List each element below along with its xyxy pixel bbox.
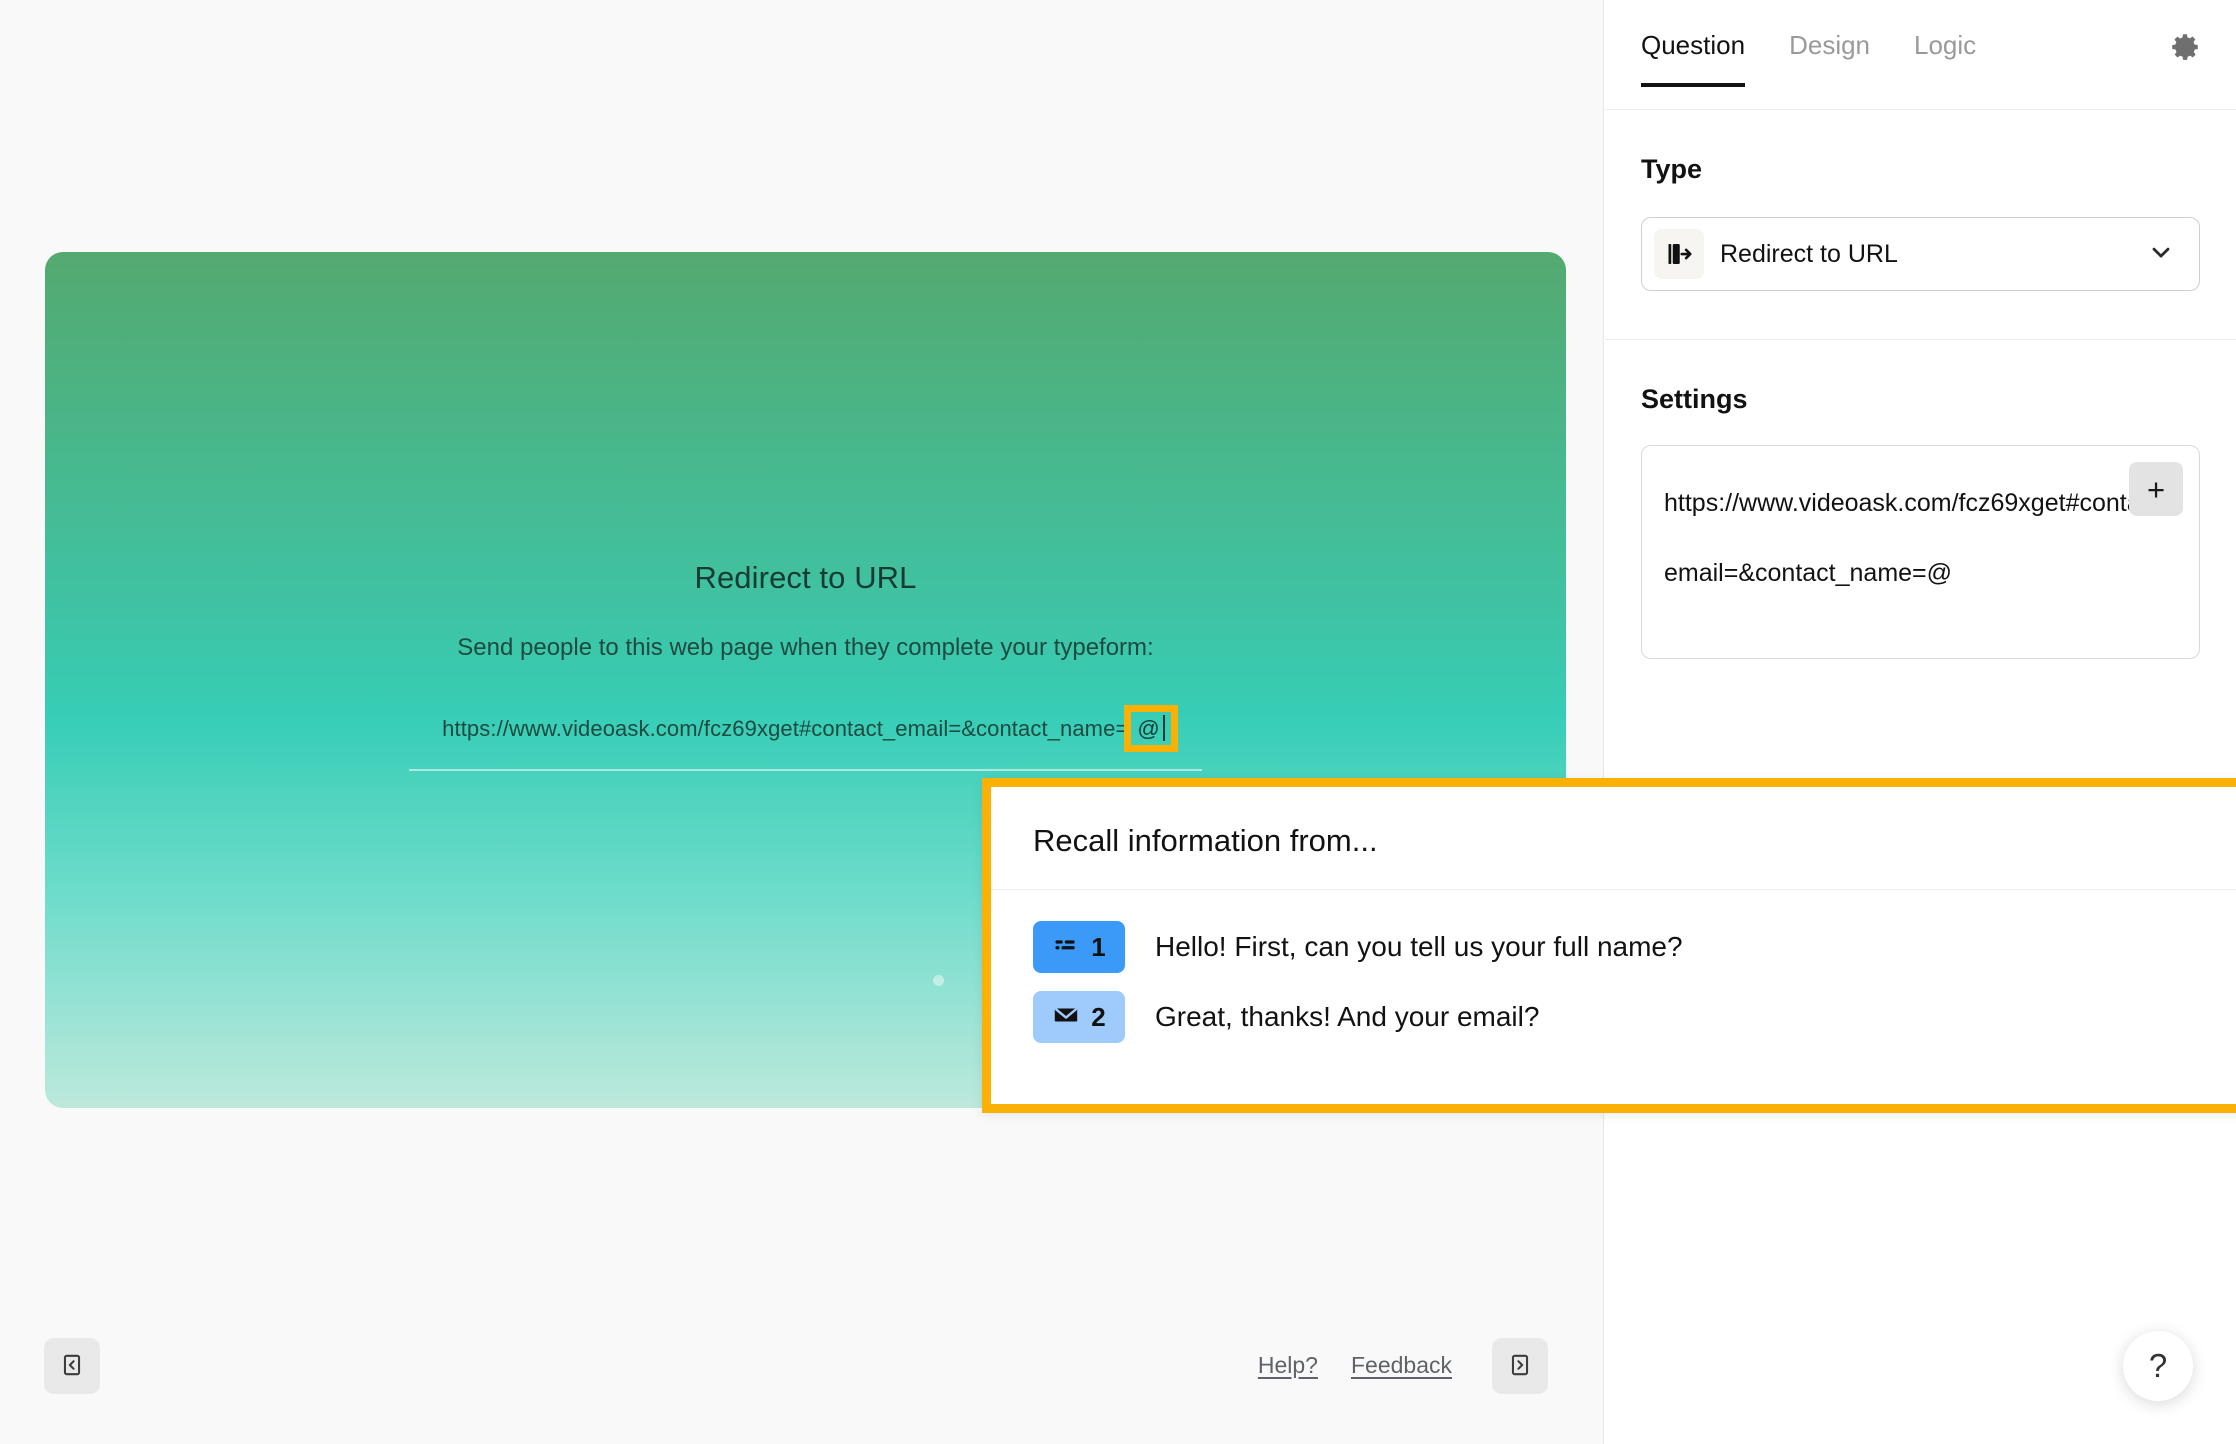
tab-design-label: Design: [1789, 30, 1871, 60]
type-heading: Type: [1641, 154, 1703, 184]
tab-design[interactable]: Design: [1789, 30, 1870, 87]
preview-subtitle: Send people to this web page when they c…: [457, 634, 1154, 661]
right-settings-panel: Question Design Logic Type Redirect to U…: [1605, 0, 2236, 1444]
preview-url-underline: [409, 769, 1202, 771]
at-symbol: @: [1137, 716, 1160, 741]
panel-collapse-right-icon: [1507, 1352, 1533, 1381]
email-envelope-icon: [1052, 1001, 1080, 1034]
short-text-icon: [1052, 931, 1080, 964]
recall-popup-title: Recall information from...: [991, 787, 2236, 890]
preview-url-text: https://www.videoask.com/fcz69xget#conta…: [442, 705, 1178, 752]
recall-at-token[interactable]: @: [1124, 705, 1178, 752]
recall-badge-1: 1: [1033, 921, 1125, 973]
tab-logic[interactable]: Logic: [1914, 30, 1976, 87]
recall-option-label-1: Hello! First, can you tell us your full …: [1155, 931, 1683, 962]
recall-option-2[interactable]: 2 Great, thanks! And your email?: [991, 982, 2236, 1052]
tab-question[interactable]: Question: [1641, 30, 1746, 87]
collapse-left-panel-button[interactable]: [44, 1338, 100, 1394]
settings-heading: Settings: [1641, 384, 1748, 414]
question-type-select[interactable]: Redirect to URL: [1641, 217, 2200, 291]
type-section: Type Redirect to URL: [1605, 110, 2236, 340]
redirect-exit-icon: [1654, 229, 1704, 279]
form-preview-canvas: Redirect to URL Send people to this web …: [0, 0, 1604, 1444]
panel-tabs: Question Design Logic: [1605, 0, 2236, 110]
question-type-value: Redirect to URL: [1720, 239, 1898, 268]
add-recall-variable-button[interactable]: +: [2129, 462, 2183, 516]
help-fab-button[interactable]: ?: [2123, 1331, 2193, 1401]
preview-url-input[interactable]: https://www.videoask.com/fcz69xget#conta…: [409, 705, 1202, 771]
recall-option-1[interactable]: 1 Hello! First, can you tell us your ful…: [991, 912, 2236, 982]
preview-title: Redirect to URL: [694, 560, 917, 595]
settings-section: Settings https://www.videoask.com/fcz69x…: [1605, 340, 2236, 659]
app-root: Redirect to URL Send people to this web …: [0, 0, 2236, 1444]
recall-badge-number-2: 2: [1091, 1001, 1106, 1032]
redirect-url-value: https://www.videoask.com/fcz69xget#conta…: [1664, 489, 2174, 587]
recall-information-popup: Recall information from... 1 Hello! Firs…: [982, 778, 2236, 1113]
gear-icon[interactable]: [2168, 30, 2202, 64]
recall-options-list: 1 Hello! First, can you tell us your ful…: [991, 890, 2236, 1052]
plus-icon: +: [2146, 471, 2166, 507]
pointer-dot: [933, 975, 944, 986]
preview-url-prefix: https://www.videoask.com/fcz69xget#conta…: [442, 716, 1129, 741]
help-link[interactable]: Help?: [1258, 1352, 1318, 1379]
panel-collapse-left-icon: [59, 1352, 85, 1381]
text-caret: [1162, 715, 1165, 741]
redirect-url-input[interactable]: https://www.videoask.com/fcz69xget#conta…: [1641, 445, 2200, 659]
tab-logic-label: Logic: [1914, 30, 1977, 60]
chevron-down-icon: [2147, 238, 2175, 271]
recall-option-label-2: Great, thanks! And your email?: [1155, 1001, 1540, 1032]
question-mark-icon: ?: [2148, 1347, 2168, 1384]
tab-question-label: Question: [1641, 30, 1746, 60]
recall-badge-2: 2: [1033, 991, 1125, 1043]
footer-links: Help? Feedback: [1258, 1352, 1452, 1379]
collapse-right-panel-button[interactable]: [1492, 1338, 1548, 1394]
feedback-link[interactable]: Feedback: [1351, 1352, 1452, 1379]
canvas-bottom-bar: Help? Feedback: [0, 1292, 1604, 1444]
form-preview-content: Redirect to URL Send people to this web …: [45, 252, 1566, 771]
recall-badge-number-1: 1: [1091, 931, 1106, 962]
